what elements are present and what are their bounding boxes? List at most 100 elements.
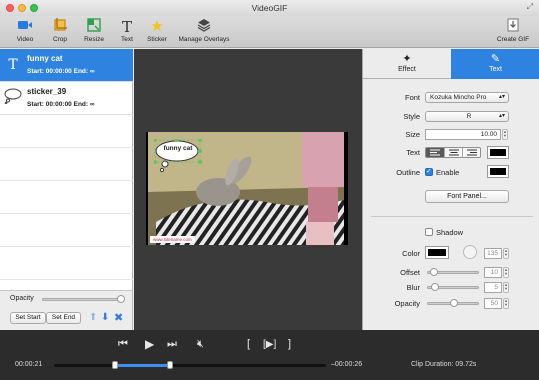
app-window: VideoGIF ⤢ Video Crop Resize T Text ★ St… <box>0 0 539 380</box>
style-select-value: R <box>466 113 472 120</box>
offset-slider[interactable] <box>427 268 479 276</box>
blur-stepper[interactable]: ▲ ▼ <box>503 282 509 293</box>
timeline-selection <box>116 364 170 367</box>
zoom-window-button[interactable] <box>30 4 38 12</box>
list-divider <box>0 180 133 181</box>
move-down-icon[interactable]: ⬇ <box>101 312 109 323</box>
align-right-icon <box>467 149 477 156</box>
font-select[interactable]: Kozuka Mincho Pro ▴▾ <box>425 92 509 103</box>
offset-field[interactable]: 10 <box>484 267 502 278</box>
remaining-time: –00:00:26 <box>331 361 363 368</box>
fullscreen-icon[interactable]: ⤢ <box>526 3 534 11</box>
offset-slider-knob[interactable] <box>430 268 438 276</box>
offset-stepper[interactable]: ▲ ▼ <box>503 267 509 278</box>
shadow-opacity-slider[interactable] <box>427 299 479 307</box>
align-center-button[interactable] <box>444 148 462 157</box>
delete-icon[interactable]: ✖ <box>114 311 123 324</box>
toolbar-label: Sticker <box>147 36 167 43</box>
edit-icon: ✎ <box>490 53 501 65</box>
overlay-item-funny-cat[interactable]: T funny cat Start: 00:00:00 End: ∞ <box>0 49 133 82</box>
list-divider <box>0 279 133 280</box>
bubble-text: funny cat <box>163 145 193 152</box>
inspector-tabs: ✦ Effect ✎ Text <box>363 49 539 79</box>
text-icon: T <box>121 18 132 36</box>
align-left-button[interactable] <box>426 148 444 157</box>
tab-effect[interactable]: ✦ Effect <box>363 49 451 79</box>
set-start-button[interactable]: Set Start <box>10 312 46 324</box>
font-panel-button[interactable]: Font Panel... <box>425 190 509 203</box>
toolbar-label: Text <box>121 36 133 43</box>
crop-icon <box>47 18 73 36</box>
playback-bar: ⏮ ▶ ⏭ 🔇︎ [ [▶] ] 00:00:21 –00:00:26 Clip… <box>0 330 539 380</box>
toolbar-sticker-button[interactable]: ★ Sticker <box>144 18 170 46</box>
shadow-color-well[interactable] <box>425 246 449 259</box>
overlay-item-sticker-39[interactable]: sticker_39 Start: 00:00:00 End: ∞ <box>0 82 133 115</box>
toolbar-text-button[interactable]: T Text <box>115 18 139 46</box>
shadow-angle-stepper[interactable]: ▲ ▼ <box>503 248 509 259</box>
blur-field[interactable]: 5 <box>484 282 502 293</box>
text-icon: T <box>8 57 18 73</box>
style-select[interactable]: R ▴▾ <box>425 111 509 122</box>
skip-back-icon[interactable]: ⏮ <box>118 338 128 351</box>
offset-label: Offset <box>400 268 420 277</box>
star-icon: ★ <box>150 18 164 35</box>
toolbar: Video Crop Resize T Text ★ Sticker Manag… <box>0 16 539 48</box>
range-end-handle[interactable] <box>167 361 173 369</box>
video-camera-icon <box>12 18 38 36</box>
inspector-panel: ✦ Effect ✎ Text Font Kozuka Mincho Pro ▴… <box>362 49 539 330</box>
toolbar-manage-overlays-button[interactable]: Manage Overlays <box>176 18 232 46</box>
overlay-timing: Start: 00:00:00 End: ∞ <box>27 101 95 108</box>
create-gif-button[interactable]: Create GIF <box>494 18 532 46</box>
current-time: 00:00:21 <box>15 361 43 368</box>
overlay-timing: Start: 00:00:00 End: ∞ <box>27 68 95 75</box>
minimize-window-button[interactable] <box>18 4 26 12</box>
blur-slider-knob[interactable] <box>431 283 439 291</box>
chevron-updown-icon: ▴▾ <box>498 94 505 100</box>
play-selection-icon[interactable]: [▶] <box>263 339 276 350</box>
size-stepper[interactable]: ▲ ▼ <box>502 129 508 140</box>
blur-slider[interactable] <box>427 283 479 291</box>
opacity-slider-knob[interactable] <box>117 295 125 303</box>
close-window-button[interactable] <box>6 4 14 12</box>
mark-out-icon[interactable]: ] <box>288 338 291 350</box>
magic-wand-icon: ✦ <box>402 53 412 65</box>
tab-text[interactable]: ✎ Text <box>451 49 539 79</box>
move-up-icon[interactable]: ⬆ <box>89 312 97 323</box>
mark-in-icon[interactable]: [ <box>247 338 250 350</box>
outline-enable-checkbox[interactable] <box>425 167 433 176</box>
timeline-scrubber[interactable] <box>54 361 326 369</box>
speech-bubble-icon <box>4 88 22 108</box>
set-end-button[interactable]: Set End <box>46 312 81 324</box>
sticker-bubble[interactable]: funny cat <box>154 139 202 173</box>
chevron-updown-icon: ▴▾ <box>498 113 505 119</box>
shadow-angle-field[interactable]: 135 <box>484 248 502 259</box>
shadow-opacity-field[interactable]: 50 <box>484 298 502 309</box>
toolbar-video-button[interactable]: Video <box>12 18 38 46</box>
shadow-checkbox[interactable] <box>425 228 433 236</box>
toolbar-label: Manage Overlays <box>178 36 230 43</box>
toolbar-label: Video <box>16 36 34 43</box>
watermark: www.sitename.com <box>150 236 195 243</box>
list-divider <box>0 213 133 214</box>
play-icon[interactable]: ▶ <box>145 337 154 351</box>
tab-label: Text <box>489 66 502 73</box>
skip-forward-icon[interactable]: ⏭ <box>167 338 177 351</box>
size-field[interactable]: 10.00 <box>425 129 501 140</box>
opacity-slider[interactable] <box>42 295 125 303</box>
video-frame[interactable]: funny cat www.sitename.com <box>146 132 348 245</box>
toolbar-crop-button[interactable]: Crop <box>47 18 73 46</box>
shadow-opacity-slider-knob[interactable] <box>450 299 458 307</box>
layers-icon <box>176 18 232 36</box>
text-color-well[interactable] <box>487 146 509 159</box>
shadow-color-label: Color <box>402 249 420 258</box>
shadow-angle-dial[interactable] <box>463 245 477 259</box>
alignment-segmented-control <box>425 147 481 158</box>
align-right-button[interactable] <box>462 148 480 157</box>
toolbar-resize-button[interactable]: Resize <box>80 18 108 46</box>
outline-color-well[interactable] <box>487 165 509 178</box>
blur-label: Blur <box>406 283 420 292</box>
mute-icon[interactable]: 🔇︎ <box>197 338 204 351</box>
shadow-opacity-stepper[interactable]: ▲ ▼ <box>503 298 509 309</box>
range-start-handle[interactable] <box>112 361 118 369</box>
overlay-controls: Opacity Set Start Set End ⬆ ⬇ ✖ <box>0 290 133 330</box>
